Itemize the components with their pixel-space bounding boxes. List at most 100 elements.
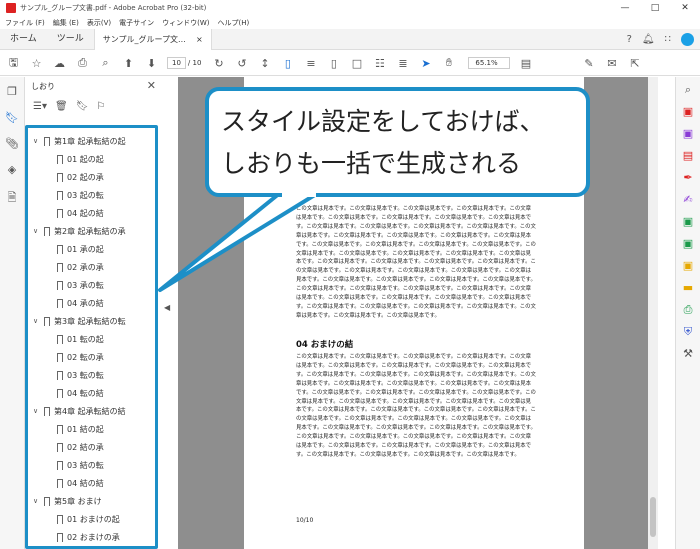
apps-grid-icon[interactable]: ∷: [665, 34, 671, 45]
chevron-down-icon[interactable]: ∨: [33, 407, 41, 415]
fill-sign-icon[interactable]: ✍: [676, 193, 700, 209]
tab-document[interactable]: サンプル_グループ文... ×: [93, 28, 212, 50]
upload-icon[interactable]: ☁: [50, 57, 69, 70]
search-icon[interactable]: ⌕: [96, 56, 115, 70]
rotate-ccw-icon[interactable]: ↺: [232, 57, 251, 70]
attachment-icon[interactable]: 📎︎: [0, 137, 24, 155]
tab-close-icon[interactable]: ×: [196, 29, 203, 50]
bookmark-item[interactable]: 02 転の承: [28, 348, 155, 366]
bookmark-label: 第3章 起承転結の転: [54, 316, 126, 326]
menu-window[interactable]: ウィンドウ(W): [162, 18, 209, 28]
help-icon[interactable]: ?: [627, 34, 632, 45]
scroll-mode-icon[interactable]: ≡: [301, 57, 320, 70]
read-mode-icon[interactable]: □: [347, 57, 366, 70]
find-bookmark-icon[interactable]: ⚐: [96, 101, 105, 112]
bookmark-chapter[interactable]: ∨ 第3章 起承転結の転: [28, 312, 155, 330]
bookmark-list-container: ∨ 第1章 起承転結の起 01 起の起 02 起の承 03 起の転 04 起の結 ∨ 第2章 …: [25, 125, 158, 549]
rulers-icon[interactable]: ≣: [393, 57, 412, 70]
bookmark-chapter[interactable]: ∨ 第4章 起承転結の結: [28, 402, 155, 420]
bookmark-item[interactable]: 02 起の承: [28, 168, 155, 186]
chevron-down-icon[interactable]: ∨: [33, 227, 41, 235]
zoom-select[interactable]: 65.1%: [468, 57, 511, 69]
options-menu-icon[interactable]: ☰▾: [33, 101, 47, 112]
minimize-button[interactable]: —: [610, 0, 640, 16]
menu-view[interactable]: 表示(V): [87, 18, 111, 28]
more-tools-icon[interactable]: ⚒: [676, 347, 700, 363]
bookmark-item[interactable]: 01 結の起: [28, 420, 155, 438]
save-icon[interactable]: 🖫︎: [4, 54, 23, 73]
single-page-icon[interactable]: ▯: [278, 57, 297, 70]
bookmark-item[interactable]: 03 承の転: [28, 276, 155, 294]
zoom-icon[interactable]: ⌕: [676, 83, 700, 99]
bookmark-chapter[interactable]: ∨ 第5章 おまけ: [28, 492, 155, 510]
document-icon[interactable]: 🗎︎: [0, 189, 24, 207]
scrollbar-thumb[interactable]: [650, 497, 656, 537]
menu-file[interactable]: ファイル (F): [5, 18, 45, 28]
panel-close-icon[interactable]: ✕: [147, 79, 156, 92]
bookmark-item[interactable]: 01 起の起: [28, 150, 155, 168]
panel-collapse-icon[interactable]: ◀: [164, 303, 170, 312]
organize-pages-icon[interactable]: ▤: [676, 149, 700, 165]
bookmark-item[interactable]: 01 おまけの起: [28, 510, 155, 528]
chevron-down-icon[interactable]: ∨: [33, 497, 41, 505]
bookmark-item[interactable]: 01 承の起: [28, 240, 155, 258]
share-icon[interactable]: ⇱: [625, 57, 644, 70]
bookmark-chapter[interactable]: ∨ 第1章 起承転結の起: [28, 132, 155, 150]
delete-icon[interactable]: 🗑︎: [55, 101, 68, 112]
hand-tool-icon[interactable]: ✋︎: [439, 56, 458, 70]
menu-edit[interactable]: 編集 (E): [53, 18, 79, 28]
comment-icon[interactable]: ▤: [516, 57, 535, 70]
protect-icon[interactable]: ⛨: [676, 325, 700, 341]
combine-files-icon[interactable]: ▣: [676, 237, 700, 253]
comment-tool-icon[interactable]: ▬: [676, 281, 700, 297]
maximize-button[interactable]: □: [640, 0, 670, 16]
menu-help[interactable]: ヘルプ(H): [218, 18, 250, 28]
rotate-cw-icon[interactable]: ↻: [209, 57, 228, 70]
two-page-icon[interactable]: ▯: [324, 57, 343, 70]
create-pdf-icon[interactable]: ▣: [676, 127, 700, 143]
select-arrow-icon[interactable]: ➤: [416, 57, 435, 70]
bell-icon[interactable]: 🔔︎: [642, 34, 655, 45]
bookmark-item[interactable]: 02 結の承: [28, 438, 155, 456]
layers-icon[interactable]: ◈: [0, 163, 24, 181]
page-up-icon[interactable]: ⬆︎: [119, 57, 138, 70]
fullscreen-icon[interactable]: ☷: [370, 57, 389, 70]
sign-icon[interactable]: ✎: [579, 57, 598, 70]
bookmark-icon: [57, 442, 63, 455]
bookmark-item[interactable]: 04 結の結: [28, 474, 155, 492]
bookmark-chapter[interactable]: ∨ 第2章 起承転結の承: [28, 222, 155, 240]
fit-page-icon[interactable]: ↕: [255, 57, 274, 70]
menu-esign[interactable]: 電子サイン: [119, 18, 154, 28]
bookmark-item[interactable]: 02 おまけの承: [28, 528, 155, 546]
bookmark-panel-icon[interactable]: 🔖︎: [0, 111, 24, 129]
bookmark-item[interactable]: 03 起の転: [28, 186, 155, 204]
page-number-input[interactable]: 10: [167, 57, 186, 69]
tab-tools[interactable]: ツール: [47, 29, 94, 50]
star-icon[interactable]: ☆: [27, 57, 46, 70]
tab-home[interactable]: ホーム: [0, 29, 47, 50]
print-production-icon[interactable]: ⎙: [676, 303, 700, 319]
print-icon[interactable]: ⎙: [73, 56, 92, 70]
chevron-down-icon[interactable]: ∨: [33, 317, 41, 325]
mail-icon[interactable]: ✉: [602, 57, 621, 70]
bookmark-item[interactable]: 04 転の結: [28, 384, 155, 402]
page-down-icon[interactable]: ⬇︎: [142, 57, 161, 70]
bookmark-item[interactable]: 02 承の承: [28, 258, 155, 276]
page-body-text: この文章は見本です。この文章は見本です。この文章は見本です。この文章は見本です。…: [296, 206, 536, 319]
scan-icon[interactable]: ▣: [676, 259, 700, 275]
edit-pdf-icon[interactable]: ▣: [676, 215, 700, 231]
vertical-scrollbar[interactable]: [648, 77, 658, 549]
request-sign-icon[interactable]: ✒: [676, 171, 700, 187]
bookmark-item[interactable]: 04 起の結: [28, 204, 155, 222]
bookmark-item[interactable]: 03 転の転: [28, 366, 155, 384]
page-thumbnails-icon[interactable]: ❐: [0, 85, 24, 103]
export-pdf-icon[interactable]: ▣: [676, 105, 700, 121]
bookmark-item[interactable]: 03 結の転: [28, 456, 155, 474]
chevron-down-icon[interactable]: ∨: [33, 137, 41, 145]
bookmark-item[interactable]: 04 承の結: [28, 294, 155, 312]
bookmark-item[interactable]: 01 転の起: [28, 330, 155, 348]
close-window-button[interactable]: ✕: [670, 0, 700, 16]
new-bookmark-icon[interactable]: 🔖︎: [76, 101, 89, 112]
bookmark-label: 01 承の起: [67, 244, 104, 254]
avatar[interactable]: [681, 33, 694, 46]
